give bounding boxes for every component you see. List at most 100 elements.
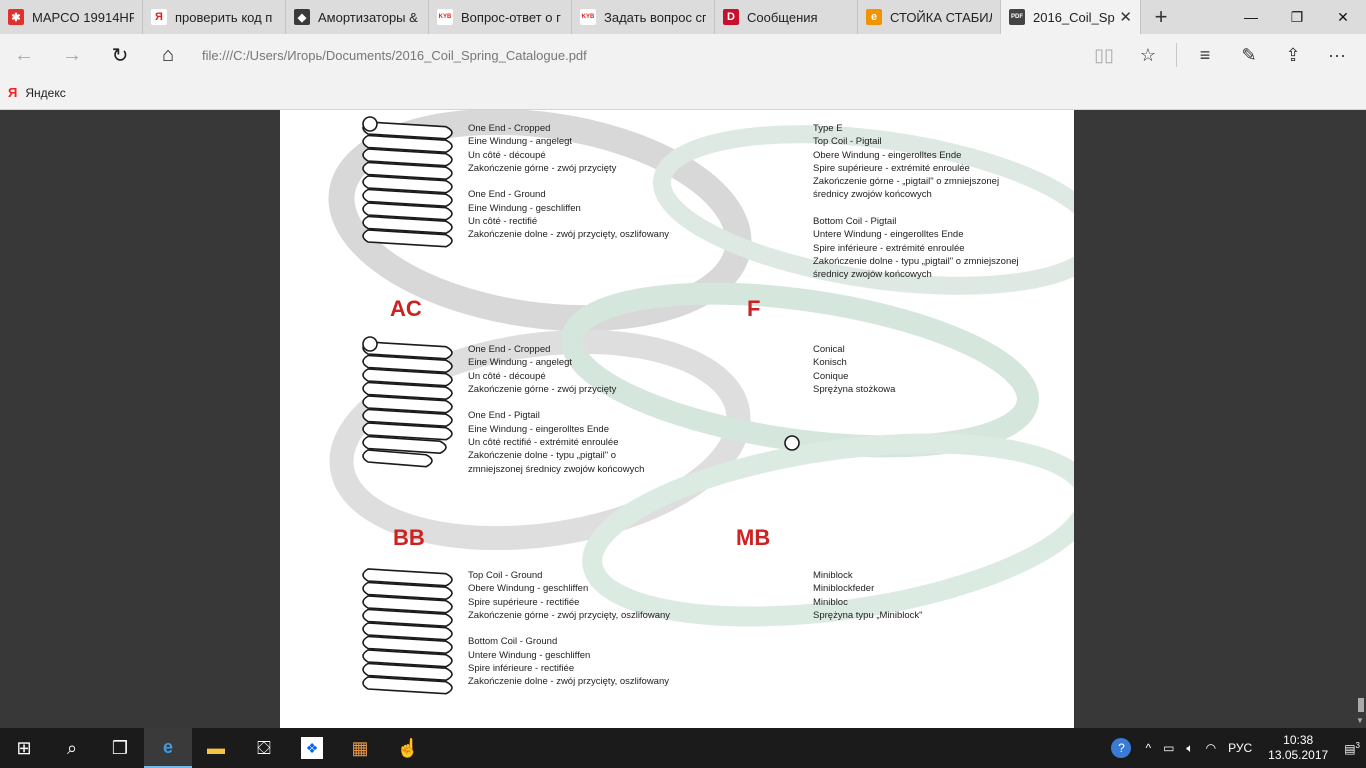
description-line: Untere Windung - geschliffen <box>468 649 591 661</box>
reading-view-button[interactable]: ▯▯ <box>1082 34 1126 76</box>
description-line: Eine Windung - eingerolltes Ende <box>468 423 610 435</box>
description-line: Eine Windung - angelegt <box>468 136 573 148</box>
edge-icon: e <box>162 736 173 757</box>
back-button[interactable]: ← <box>0 34 48 76</box>
yandex-icon: Я <box>8 85 18 100</box>
search-icon: ⌕ <box>66 737 78 758</box>
taskbar-app-colorful[interactable]: ▦ <box>336 728 384 768</box>
coil-end <box>784 435 800 451</box>
share-button[interactable]: ⇪ <box>1271 34 1315 76</box>
search-button[interactable]: ⌕ <box>48 728 96 768</box>
description-line: Conical <box>813 344 845 355</box>
tab-6[interactable]: D Сообщения <box>715 0 858 34</box>
arrow-left-icon: ← <box>14 43 34 66</box>
language-indicator[interactable]: РУС <box>1222 741 1258 755</box>
dropbox-icon: ❖ <box>301 737 323 759</box>
taskbar-explorer[interactable]: ▬ <box>192 728 240 768</box>
description-line: Sprężyna stożkowa <box>813 383 896 395</box>
description-line: Un côté - découpé <box>468 149 546 161</box>
system-tray: ? ^ ▭ 🔈︎ ◠ РУС 10:38 13.05.2017 ▤3 <box>1111 728 1366 768</box>
pdf-icon: PDF <box>1009 9 1025 25</box>
tab-title: проверить код п <box>175 9 273 25</box>
restore-icon: ❐ <box>1290 8 1304 25</box>
volume-icon[interactable]: 🔈︎ <box>1180 741 1199 756</box>
description-line: Zakończenie dolne - typu „pigtail" o <box>468 450 617 462</box>
kyb-icon: KYB <box>580 9 596 25</box>
tab-1[interactable]: ✱ MAPCO 19914HP <box>0 0 143 34</box>
pen-icon: ✎ <box>1241 44 1257 65</box>
network-icon[interactable]: ◠ <box>1200 741 1222 755</box>
tab-8[interactable]: PDF 2016_Coil_Spr ✕ <box>1001 0 1141 34</box>
description-line: Obere Windung - eingerolltes Ende <box>813 149 962 161</box>
minimize-button[interactable]: — <box>1228 0 1274 34</box>
maximize-button[interactable]: ❐ <box>1274 0 1320 34</box>
close-tab-icon[interactable]: ✕ <box>1119 8 1132 26</box>
favorites-bar: Я Яндекс <box>0 76 1366 110</box>
mapco-icon: ✱ <box>8 9 24 25</box>
clock[interactable]: 10:38 13.05.2017 <box>1258 733 1338 763</box>
description-line: Untere Windung - eingerolltes Ende <box>813 229 964 241</box>
close-window-button[interactable]: ✕ <box>1320 0 1366 34</box>
description-line: Eine Windung - angelegt <box>468 357 573 369</box>
pdf-page: KYB AC F BB MB One End - Cropped Eine Win… <box>280 110 1074 728</box>
tab-strip: ✱ MAPCO 19914HP Япроверить код п ◆ Амортизат… <box>0 0 1366 34</box>
taskbar-edge[interactable]: e <box>144 728 192 768</box>
tab-2[interactable]: Япроверить код п <box>143 0 286 34</box>
scrollbar-thumb[interactable] <box>1358 698 1364 712</box>
spring-bb <box>362 568 453 695</box>
tab-7[interactable]: e СТОЙКА СТАБИЛ <box>858 0 1001 34</box>
close-icon: ✕ <box>1337 8 1349 25</box>
address-bar[interactable]: file:///C:/Users/Игорь/Documents/2016_Co… <box>202 48 1082 63</box>
description-line: Zakończenie dolne - typu „pigtail" o zmn… <box>813 255 1019 267</box>
help-icon[interactable]: ? <box>1111 738 1132 758</box>
more-button[interactable]: ··· <box>1315 34 1359 76</box>
task-view-button[interactable]: ❒ <box>96 728 144 768</box>
description-line: Miniblock <box>813 570 853 581</box>
taskbar-store[interactable]: ⛋ <box>240 728 288 768</box>
favorite-yandex[interactable]: Яндекс <box>25 86 65 100</box>
chevron-up-icon[interactable]: ^ <box>1139 741 1157 755</box>
share-icon: ⇪ <box>1285 44 1301 65</box>
description-line: Un côté - découpé <box>468 370 546 382</box>
forward-button[interactable]: → <box>48 34 96 76</box>
battery-icon[interactable]: ▭ <box>1157 741 1180 755</box>
tab-3[interactable]: ◆ Амортизаторы & <box>286 0 429 34</box>
description-line: Zakończenie górne - zwój przycięty <box>468 162 617 174</box>
code-mb: MB <box>736 525 771 550</box>
store-icon: ⛋ <box>257 737 271 758</box>
taskbar-dropbox[interactable]: ❖ <box>288 728 336 768</box>
tab-title: СТОЙКА СТАБИЛ <box>890 9 992 25</box>
description-line: Type E <box>813 123 843 134</box>
web-note-button[interactable]: ✎ <box>1227 34 1271 76</box>
description-line: Zakończenie dolne - zwój przycięty, oszl… <box>468 676 669 688</box>
new-tab-button[interactable]: + <box>1141 0 1181 34</box>
scrollbar[interactable]: ▼ <box>1354 110 1366 728</box>
home-button[interactable]: ⌂ <box>144 34 192 76</box>
yandex-icon: Я <box>151 9 167 25</box>
hub-button[interactable]: ≡ <box>1183 34 1227 76</box>
navigation-bar: ← → ↻ ⌂ file:///C:/Users/Игорь/Documents… <box>0 34 1366 76</box>
folder-icon: ▬ <box>207 737 225 758</box>
tab-4[interactable]: KYB Вопрос-ответ о г <box>429 0 572 34</box>
description-cropped-ground: One End - Cropped Eine Windung - angelegt… <box>468 122 669 242</box>
scroll-down-icon[interactable]: ▼ <box>1356 716 1364 725</box>
exist-icon: e <box>866 9 882 25</box>
refresh-button[interactable]: ↻ <box>96 34 144 76</box>
code-f: F <box>747 296 761 321</box>
description-line: średnicy zwojów końcowych <box>813 269 932 281</box>
taskbar-app-touch[interactable]: ☝ <box>384 728 432 768</box>
pdf-viewer[interactable]: KYB AC F BB MB One End - Cropped Eine Win… <box>0 110 1366 728</box>
hub-icon: ≡ <box>1199 44 1211 65</box>
description-line: Eine Windung - geschliffen <box>468 202 581 214</box>
tab-5[interactable]: KYB Задать вопрос сг <box>572 0 715 34</box>
start-button[interactable]: ⊞ <box>0 728 48 768</box>
favorite-button[interactable]: ☆ <box>1126 34 1170 76</box>
description-line: Miniblockfeder <box>813 583 875 595</box>
shield-site-icon: ◆ <box>294 9 310 25</box>
home-icon: ⌂ <box>161 43 175 66</box>
tab-list: ✱ MAPCO 19914HP Япроверить код п ◆ Амортизат… <box>0 0 1141 34</box>
tab-title: Задать вопрос сг <box>604 9 706 25</box>
notification-count: 3 <box>1355 740 1360 750</box>
description-line: Spire supérieure - extrémité enroulée <box>813 162 970 174</box>
notifications-icon[interactable]: ▤3 <box>1338 741 1366 756</box>
